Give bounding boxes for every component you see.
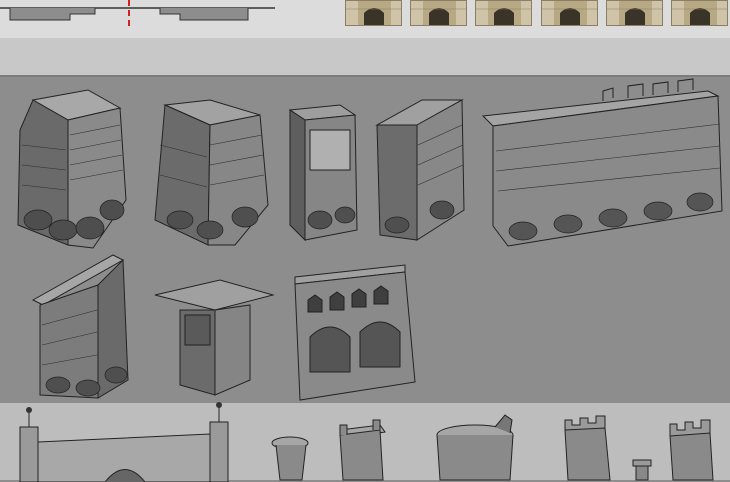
bridge-with-lanterns-sketch [15,402,265,482]
small-step-sketch [630,458,655,481]
corner-tower-cutaway-sketch [150,95,275,250]
elevation-profile [0,0,290,43]
corner-tower-sketch [8,89,133,250]
arch-gate-thumb[interactable] [671,0,728,26]
round-tower-sketch [430,414,520,481]
arch-gate-thumb[interactable] [345,0,402,26]
l-wall-segment-sketch [372,95,472,245]
small-turret-sketch [268,435,313,481]
arch-gate-thumb[interactable] [541,0,598,26]
upper-blank-band [0,38,730,75]
wall-end-pillar-sketch [285,100,365,245]
tall-crenellated-tower-sketch [560,410,620,481]
small-crenellated-tower-sketch [665,418,720,481]
arch-gate-thumb[interactable] [475,0,532,26]
square-turret-sketch [335,419,390,481]
long-crenellated-wall-sketch [478,76,728,251]
arch-gate-thumb[interactable] [606,0,663,26]
corner-pillar-inner-sketch [154,275,275,400]
arched-gatehouse-sketch [290,262,420,402]
corner-wall-gabled-sketch [28,250,143,400]
arch-gate-thumb[interactable] [410,0,467,26]
